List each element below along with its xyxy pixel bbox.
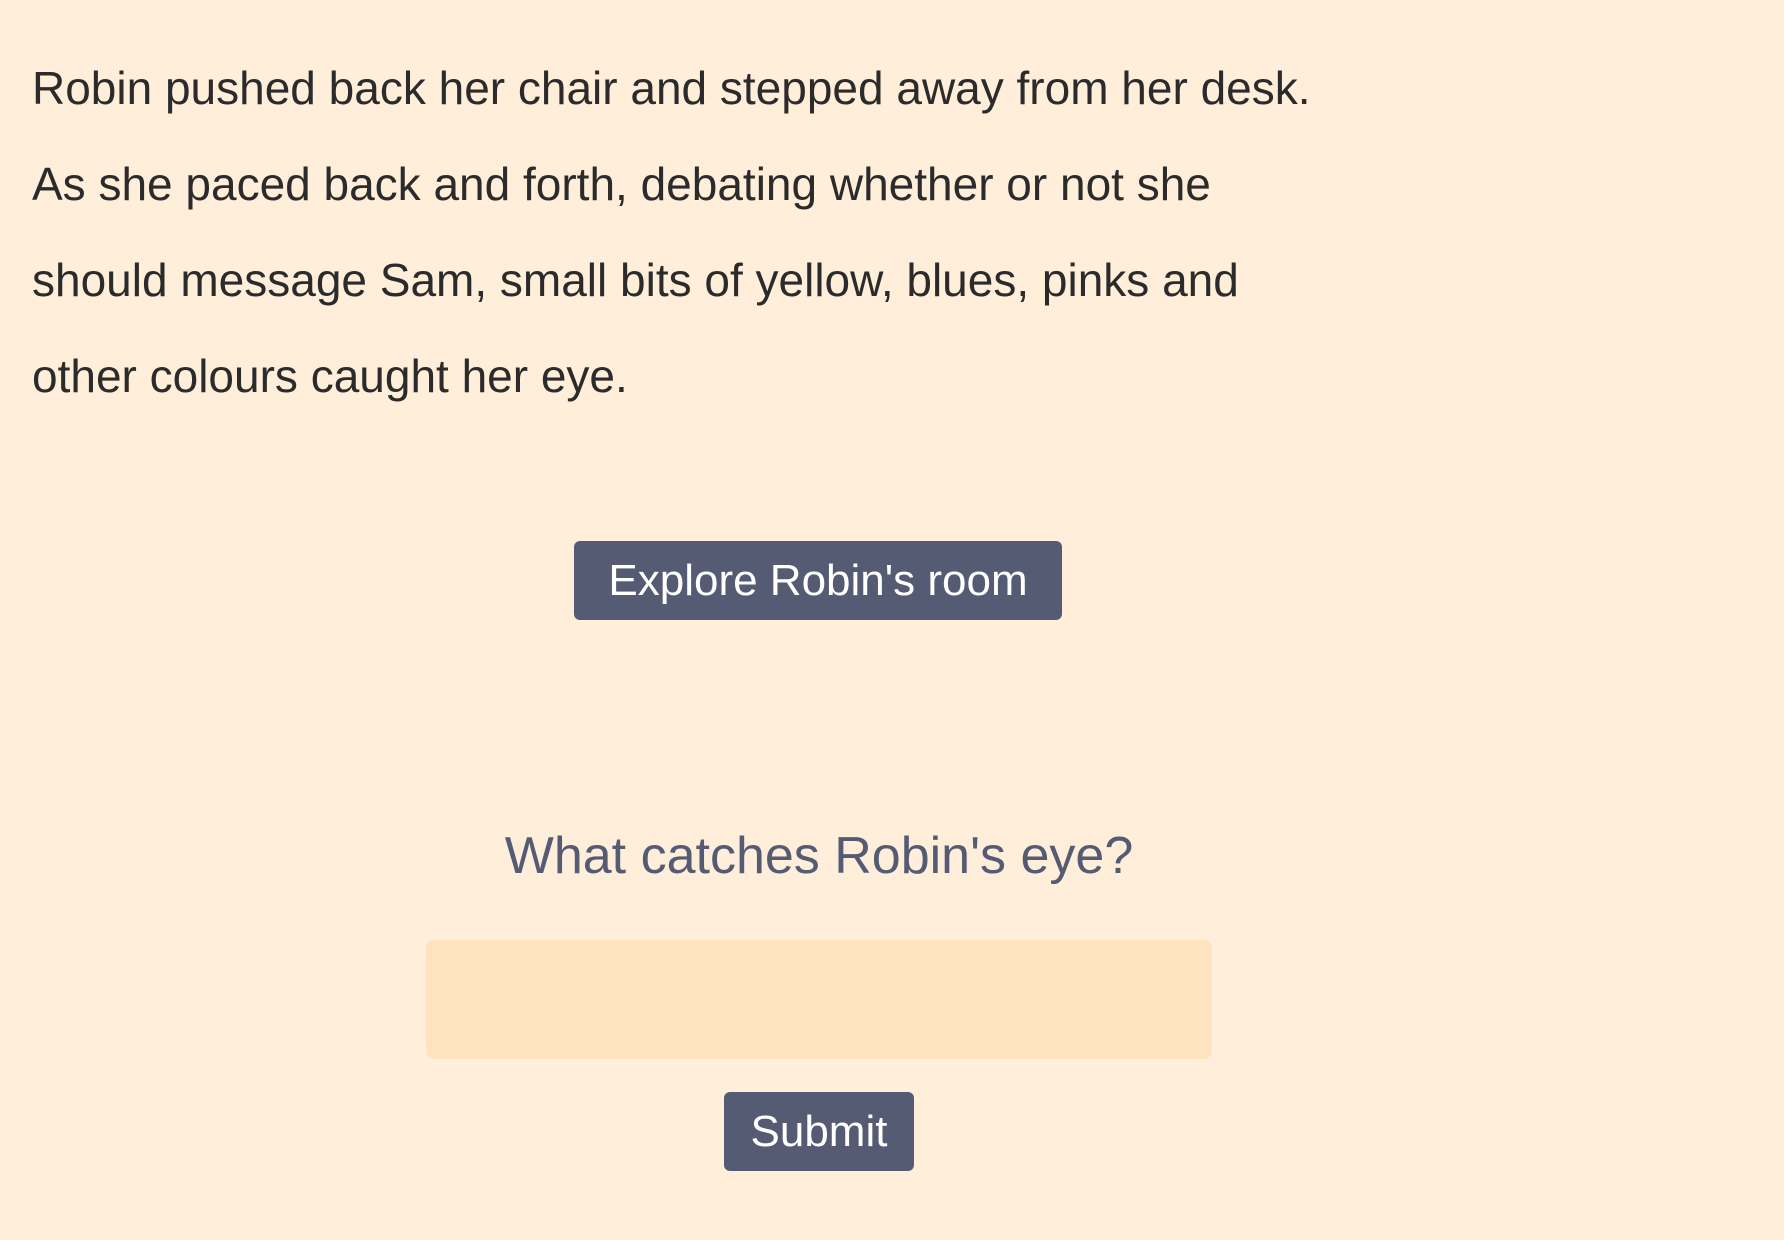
story-line: Robin pushed back her chair and stepped … bbox=[32, 62, 1311, 114]
story-line: other colours caught her eye. bbox=[32, 350, 628, 402]
story-line: should message Sam, small bits of yellow… bbox=[32, 254, 1239, 306]
story-line: As she paced back and forth, debating wh… bbox=[32, 158, 1211, 210]
explore-room-button[interactable]: Explore Robin's room bbox=[574, 541, 1062, 620]
question-prompt: What catches Robin's eye? bbox=[504, 827, 1134, 885]
submit-button[interactable]: Submit bbox=[724, 1092, 914, 1171]
answer-input[interactable] bbox=[426, 940, 1212, 1059]
story-text: Robin pushed back her chair and stepped … bbox=[32, 40, 1592, 424]
